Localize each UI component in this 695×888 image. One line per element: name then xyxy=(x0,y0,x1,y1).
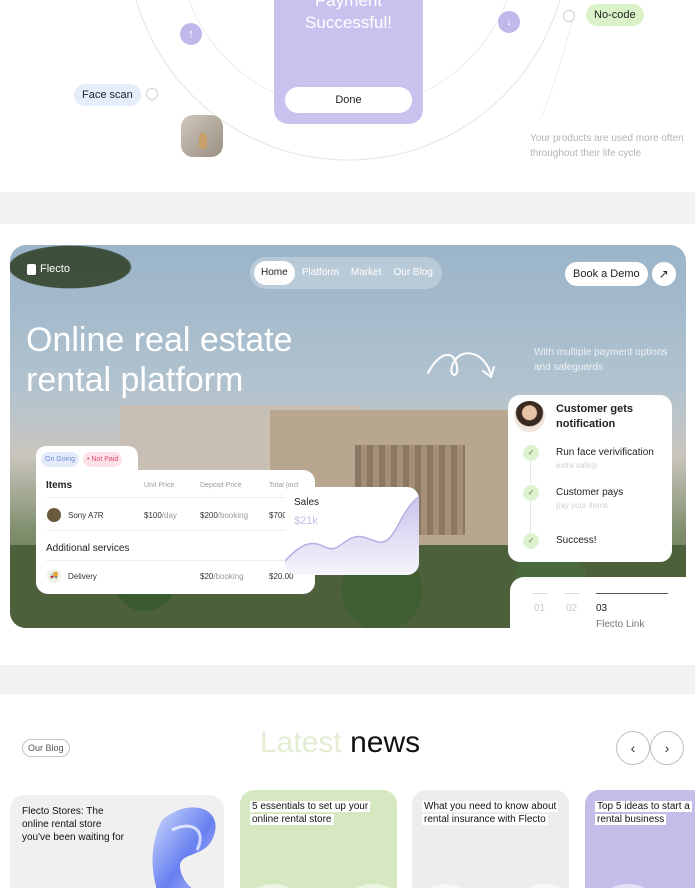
step-number-active[interactable]: 03 xyxy=(596,603,607,614)
payment-title: Payment Successful! xyxy=(305,0,392,32)
service-name: Delivery xyxy=(68,572,97,581)
additional-services-heading: Additional services xyxy=(46,543,130,554)
nav-platform[interactable]: Platform xyxy=(297,261,344,285)
link-stepper: 01 02 03 Flecto Link xyxy=(510,577,686,632)
decor-cloud xyxy=(422,884,468,888)
rental-items-table: Items Unit Price Deposit Price Total (in… xyxy=(36,470,315,594)
col-items: Items xyxy=(46,480,73,491)
prev-button[interactable]: ‹ xyxy=(616,731,650,765)
step-title: Run face verivification xyxy=(556,447,654,458)
step-title: Customer pays xyxy=(556,487,624,498)
arrow-down-icon: ↓ xyxy=(498,11,520,33)
sales-sparkline xyxy=(285,496,419,575)
blog-post-card[interactable]: Flecto Stores: The online rental store y… xyxy=(10,795,224,888)
step-bar-active xyxy=(596,593,668,594)
step-subtitle: extra safety xyxy=(556,461,598,470)
nav-blog[interactable]: Our Blog xyxy=(388,261,437,285)
glass-sculpture-image xyxy=(152,807,216,888)
payment-section: Payment Successful! Done ↑ ↓ Face scan N… xyxy=(0,0,695,192)
check-icon: ✓ xyxy=(523,533,539,549)
main-nav: Home Platform Market Our Blog xyxy=(250,257,442,289)
item-deposit-price: $200/booking xyxy=(200,511,249,520)
orbit-node xyxy=(563,10,575,22)
face-scan-chip: Face scan xyxy=(74,84,141,106)
blog-post-card[interactable]: 5 essentials to set up your online renta… xyxy=(240,790,397,888)
payment-success-card: Payment Successful! Done xyxy=(274,0,423,124)
latest-news-heading: Latest news xyxy=(260,726,420,760)
nav-home[interactable]: Home xyxy=(254,261,295,285)
step-number[interactable]: 02 xyxy=(566,603,577,614)
arrow-up-right-icon[interactable]: ↗ xyxy=(651,262,676,286)
lifecycle-note: Your products are used more often throug… xyxy=(530,133,684,159)
status-badge-ongoing[interactable]: On Going xyxy=(41,452,79,467)
no-code-chip: No-code xyxy=(586,4,644,26)
nav-market[interactable]: Market xyxy=(346,261,387,285)
decor-cloud xyxy=(522,884,568,888)
step-connector xyxy=(530,501,531,533)
sales-card: Sales $21k xyxy=(285,487,419,575)
step-bar xyxy=(564,593,580,594)
squiggle-arrow-icon xyxy=(427,352,495,378)
decor-cloud xyxy=(350,884,396,888)
item-name: Sony A7R xyxy=(68,511,104,520)
blog-post-card[interactable]: What you need to know about rental insur… xyxy=(412,790,569,888)
payment-options-note: With multiple payment options and safegu… xyxy=(534,347,668,373)
avatar xyxy=(514,401,545,432)
divider xyxy=(46,560,305,561)
item-unit-price: $100/day xyxy=(144,511,177,520)
section-divider xyxy=(0,665,695,694)
truck-icon: 🚚 xyxy=(47,569,61,583)
heading-light: Latest xyxy=(260,726,342,759)
flecto-link-label: Flecto Link xyxy=(596,619,645,630)
step-number[interactable]: 01 xyxy=(534,603,545,614)
book-demo-group: Book a Demo ↗ xyxy=(565,262,676,286)
step-connector xyxy=(530,461,531,483)
heading-dark: news xyxy=(341,726,421,759)
step-subtitle: pay your items xyxy=(556,501,609,510)
step-bar xyxy=(532,593,548,594)
divider xyxy=(46,497,305,498)
check-icon: ✓ xyxy=(523,445,539,461)
check-icon: ✓ xyxy=(523,485,539,501)
blog-post-card[interactable]: Top 5 ideas to start a rental business xyxy=(585,790,695,888)
col-unit-price: Unit Price xyxy=(144,482,175,489)
logo-icon xyxy=(27,263,36,275)
divider xyxy=(46,530,305,531)
done-button[interactable]: Done xyxy=(285,87,412,113)
status-tabs: On Going • Not Paid xyxy=(36,446,138,472)
orbit-node xyxy=(146,88,158,100)
post-title: What you need to know about rental insur… xyxy=(422,801,559,825)
logo-text: Flecto xyxy=(40,263,70,275)
arrow-up-icon: ↑ xyxy=(180,23,202,45)
flecto-logo[interactable]: Flecto xyxy=(27,263,70,275)
col-deposit-price: Deposit Price xyxy=(200,482,242,489)
product-thumbnail xyxy=(181,115,223,157)
status-badge-not-paid[interactable]: • Not Paid xyxy=(82,452,123,467)
post-title: Flecto Stores: The online rental store y… xyxy=(22,806,124,843)
notification-title: Customer gets notification xyxy=(556,403,634,430)
decor-cloud xyxy=(250,884,296,888)
section-divider xyxy=(0,192,695,224)
camera-thumbnail xyxy=(47,508,61,522)
next-button[interactable]: › xyxy=(650,731,684,765)
decor-cloud xyxy=(605,884,651,888)
notification-card: Customer gets notification ✓ Run face ve… xyxy=(508,395,672,562)
post-title: 5 essentials to set up your online renta… xyxy=(250,801,371,825)
hero-title: Online real estate rental platform xyxy=(26,321,293,399)
service-deposit-price: $20/booking xyxy=(200,572,244,581)
post-title: Top 5 ideas to start a rental business xyxy=(595,801,692,825)
our-blog-pill[interactable]: Our Blog xyxy=(22,739,70,757)
book-demo-button[interactable]: Book a Demo xyxy=(565,262,648,286)
step-title: Success! xyxy=(556,535,597,546)
